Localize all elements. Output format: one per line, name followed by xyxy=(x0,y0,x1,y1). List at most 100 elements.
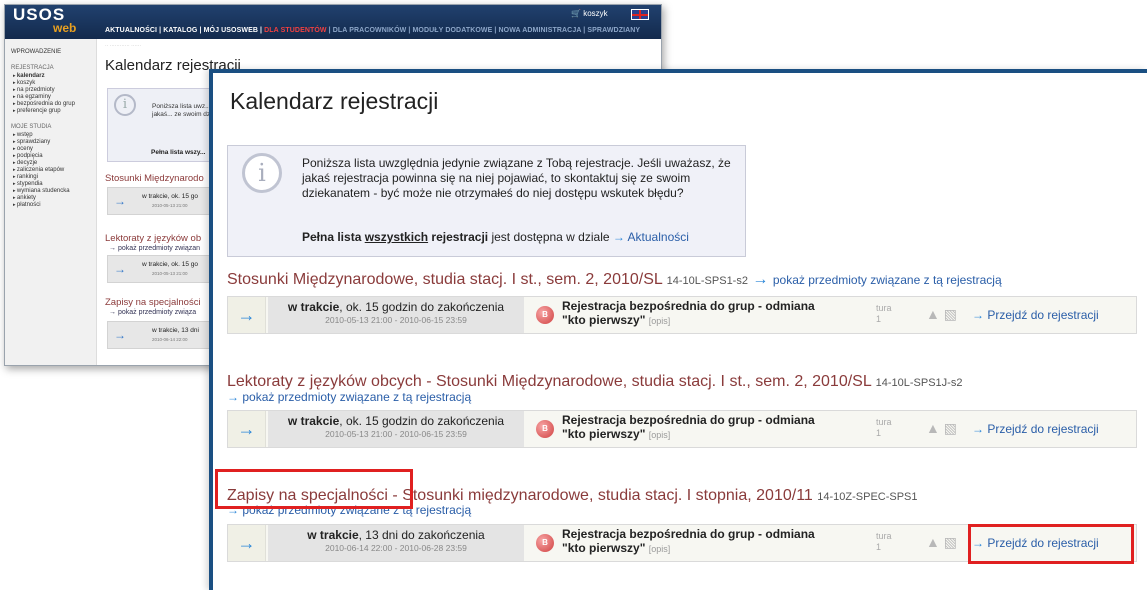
sidebar-item-preferencje[interactable]: preferencje grup xyxy=(11,108,96,115)
registration-row: → w trakcie, ok. 15 godzin do zakończeni… xyxy=(227,296,1137,334)
info-full-d: jest dostępna w dziale xyxy=(488,230,613,244)
section-title-text: Zapisy na specjalności - Stosunki między… xyxy=(227,487,813,504)
bg-section-link[interactable]: → pokaż przedmioty związa xyxy=(109,309,196,316)
row-state-bold: w trakcie xyxy=(307,528,359,542)
row-state-text: w trakcie, ok. 15 godzin do zakończenia xyxy=(268,297,524,314)
go-label[interactable]: Przejdź do rejestracji xyxy=(987,536,1098,550)
row-dates: 2010-05-13 21:00 - 2010-06-15 23:59 xyxy=(325,429,467,439)
related-subjects-link[interactable]: pokaż przedmioty związane z tą rejestrac… xyxy=(773,273,1002,287)
sidebar-item-wstep[interactable]: wstęp xyxy=(11,132,96,139)
bg-sidebar: WPROWADZENIE REJESTRACJA kalendarz koszy… xyxy=(5,39,97,365)
related-subjects-link[interactable]: pokaż przedmioty związane z tą rejestrac… xyxy=(242,390,471,404)
go-to-registration-link[interactable]: → Przejdź do rejestracji xyxy=(964,297,1136,333)
info-full-list: Pełna lista wszystkich rejestracji jest … xyxy=(302,230,689,244)
sidebar-item-stypendia[interactable]: stypendia xyxy=(11,181,96,188)
row-arrow-icon[interactable]: → xyxy=(228,411,266,447)
sidebar-item-podpiecia[interactable]: podpięcia xyxy=(11,153,96,160)
row-state-bold: w trakcie xyxy=(287,300,340,314)
bg-row-dates: 2010-05-13 21:00 xyxy=(152,203,188,208)
arrow-right-icon: → xyxy=(227,390,239,404)
sidebar-item-platnosci[interactable]: płatności xyxy=(11,202,96,209)
section-title-text: Stosunki Międzynarodowe, studia stacj. I… xyxy=(227,271,663,288)
nav-items-a[interactable]: AKTUALNOŚCI | KATALOG | MÓJ USOSWEB | xyxy=(105,27,264,34)
section-code: 14-10L-SPS1-s2 xyxy=(666,275,748,287)
bg-header: USOS web 🛒 koszyk AKTUALNOŚCI | KATALOG … xyxy=(5,5,661,39)
opis-link[interactable]: [opis] xyxy=(649,316,671,326)
row-state: w trakcie, ok. 15 godzin do zakończenia … xyxy=(268,411,524,447)
screenshot-stage: USOS web 🛒 koszyk AKTUALNOŚCI | KATALOG … xyxy=(0,0,1147,590)
news-link[interactable]: Aktualności xyxy=(628,230,689,244)
sidebar-item-na-egzaminy[interactable]: na egzaminy xyxy=(11,94,96,101)
row-arrow-icon[interactable]: → xyxy=(228,297,266,333)
arrow-right-icon: → xyxy=(972,422,984,436)
row-type: B Rejestracja bezpośrednia do grup - odm… xyxy=(526,411,864,447)
sidebar-item-kalendarz[interactable]: kalendarz xyxy=(11,73,96,80)
related-subjects-link[interactable]: pokaż przedmioty związane z tą rejestrac… xyxy=(242,503,471,517)
sidebar-item-zaliczenia[interactable]: zaliczenia etapów xyxy=(11,167,96,174)
bg-row-arrow-icon[interactable]: → xyxy=(114,328,126,342)
english-flag-icon[interactable] xyxy=(631,9,649,20)
sidebar-item-bezposrednia[interactable]: bezpośrednia do grup xyxy=(11,101,96,108)
row-dates: 2010-05-13 21:00 - 2010-06-15 23:59 xyxy=(325,315,467,325)
row-dates: 2010-06-14 22:00 - 2010-06-28 23:59 xyxy=(325,543,467,553)
sidebar-item-koszyk[interactable]: koszyk xyxy=(11,80,96,87)
type-line1: Rejestracja bezpośrednia do grup - odmia… xyxy=(562,413,815,427)
row-state: w trakcie, 13 dni do zakończenia 2010-06… xyxy=(268,525,524,561)
type-badge-icon: B xyxy=(536,420,554,438)
sidebar-intro[interactable]: WPROWADZENIE xyxy=(11,49,96,56)
section-title: Lektoraty z języków obcych - Stosunki Mi… xyxy=(227,373,962,391)
cart-link[interactable]: 🛒 koszyk xyxy=(571,9,608,18)
triangle-up-icon: ▲ xyxy=(926,534,940,550)
sidebar-item-decyzje[interactable]: decyzje xyxy=(11,160,96,167)
info-full-c: rejestracji xyxy=(428,230,489,244)
bg-row-arrow-icon[interactable]: → xyxy=(114,262,126,276)
registration-row: → w trakcie, ok. 15 godzin do zakończeni… xyxy=(227,410,1137,448)
row-tura: tura 1 xyxy=(876,531,892,553)
go-label[interactable]: Przejdź do rejestracji xyxy=(987,422,1098,436)
bg-row-dates: 2010-05-13 21:00 xyxy=(152,271,188,276)
sidebar-item-na-przedmioty[interactable]: na przedmioty xyxy=(11,87,96,94)
section-title-text: Lektoraty z języków obcych - Stosunki Mi… xyxy=(227,373,872,390)
sidebar-studies-header: MOJE STUDIA xyxy=(11,124,52,130)
page-title: Kalendarz rejestracji xyxy=(230,88,439,114)
bg-row-dates: 2010-06-14 22:00 xyxy=(152,337,188,342)
tura-value: 1 xyxy=(876,314,882,324)
row-arrow-icon[interactable]: → xyxy=(228,525,266,561)
nav-items-b[interactable]: | DLA PRACOWNIKÓW | MODUŁY DODATKOWE | N… xyxy=(327,27,588,34)
arrow-right-icon: → xyxy=(612,230,625,244)
sidebar-item-oceny[interactable]: oceny xyxy=(11,146,96,153)
section-code: 14-10Z-SPEC-SPS1 xyxy=(817,491,918,503)
book-icon: ▧ xyxy=(943,420,957,436)
row-state-rest: , 13 dni do zakończenia xyxy=(358,528,485,542)
type-line1: Rejestracja bezpośrednia do grup - odmia… xyxy=(562,299,815,313)
tura-label: tura xyxy=(876,417,892,427)
bg-row-state: w trakcie, ok. 15 go xyxy=(142,261,198,268)
go-to-registration-link[interactable]: → Przejdź do rejestracji xyxy=(964,411,1136,447)
sidebar-registration-header: REJESTRACJA xyxy=(11,65,54,71)
go-label[interactable]: Przejdź do rejestracji xyxy=(987,308,1098,322)
arrow-right-icon: → xyxy=(227,503,239,517)
nav-item-students[interactable]: DLA STUDENTÓW xyxy=(264,27,326,34)
sidebar-item-sprawdziany[interactable]: sprawdziany xyxy=(11,139,96,146)
bg-section-link[interactable]: → pokaż przedmioty związan xyxy=(109,245,200,252)
related-subjects-link-row: → pokaż przedmioty związane z tą rejestr… xyxy=(227,390,471,404)
type-name: Rejestracja bezpośrednia do grup - odmia… xyxy=(562,299,815,328)
row-state-rest: , ok. 15 godzin do zakończenia xyxy=(339,300,505,314)
sidebar-item-rankingi[interactable]: rankingi xyxy=(11,174,96,181)
info-box: i Poniższa lista uwzględnia jedynie zwią… xyxy=(227,145,746,257)
bg-row-arrow-icon[interactable]: → xyxy=(114,194,126,208)
sidebar-item-ankiety[interactable]: ankiety xyxy=(11,195,96,202)
book-icon: ▧ xyxy=(943,534,957,550)
bg-section-link-text[interactable]: pokaż przedmioty związa xyxy=(118,309,196,316)
bg-top-nav[interactable]: AKTUALNOŚCI | KATALOG | MÓJ USOSWEB | DL… xyxy=(105,27,640,34)
section-title: Stosunki Międzynarodowe, studia stacj. I… xyxy=(227,271,1002,289)
go-to-registration-link[interactable]: → Przejdź do rejestracji xyxy=(964,525,1136,561)
bg-section-link-text[interactable]: pokaż przedmioty związan xyxy=(118,245,200,252)
opis-link[interactable]: [opis] xyxy=(649,430,671,440)
row-type: B Rejestracja bezpośrednia do grup - odm… xyxy=(526,525,864,561)
opis-link[interactable]: [opis] xyxy=(649,544,671,554)
arrow-right-icon: → xyxy=(972,308,984,322)
row-icons: ▲ ▧ xyxy=(926,420,957,437)
sidebar-item-wymiana[interactable]: wymiana studencka xyxy=(11,188,96,195)
nav-item-check[interactable]: SPRAWDZIANY xyxy=(587,27,640,34)
